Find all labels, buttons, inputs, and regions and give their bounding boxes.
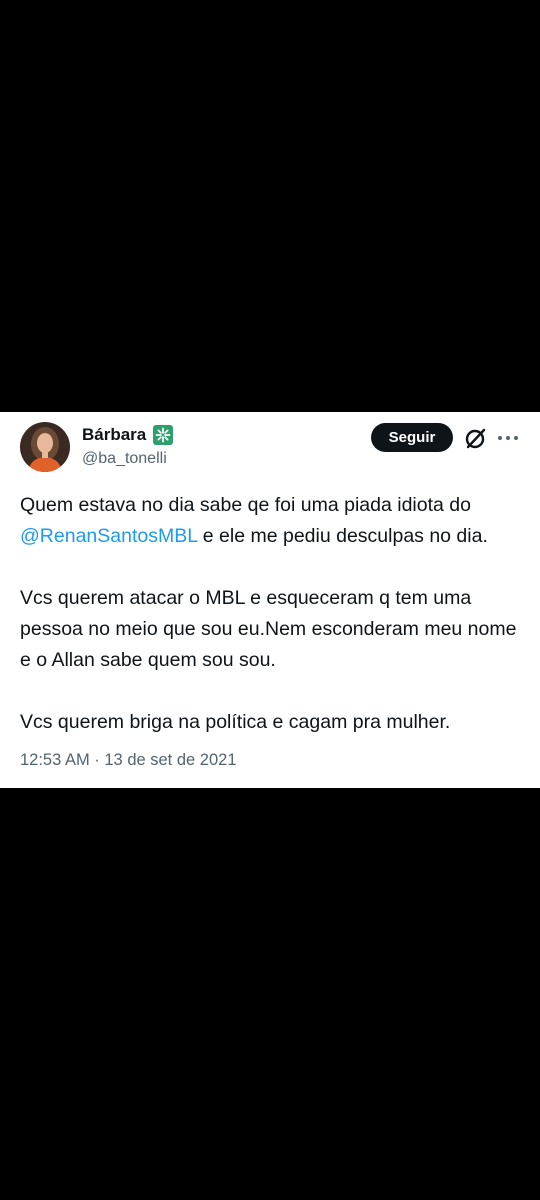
- avatar-image: [20, 422, 70, 472]
- tweet-paragraph-1: Quem estava no dia sabe qe foi uma piada…: [20, 490, 525, 552]
- avatar[interactable]: [20, 422, 70, 472]
- more-icon[interactable]: [495, 425, 521, 451]
- sparkle-badge-icon: [152, 424, 174, 446]
- x-logo-icon[interactable]: [463, 425, 489, 451]
- follow-button[interactable]: Seguir: [371, 423, 453, 452]
- tweet-text-segment: Quem estava no dia sabe qe foi uma piada…: [20, 494, 471, 516]
- author-handle[interactable]: @ba_tonelli: [82, 450, 167, 468]
- screen: Bárbara @ba_tonelli Seguir Quem estava n…: [0, 0, 540, 1200]
- author-name-row: Bárbara: [82, 424, 174, 446]
- tweet-timestamp[interactable]: 12:53 AM · 13 de set de 2021: [20, 751, 237, 770]
- author-display-name[interactable]: Bárbara: [82, 425, 146, 445]
- tweet-text: Quem estava no dia sabe qe foi uma piada…: [20, 490, 525, 738]
- tweet-paragraph-2: Vcs querem atacar o MBL e esqueceram q t…: [20, 587, 517, 671]
- mention-link[interactable]: @RenanSantosMBL: [20, 525, 197, 547]
- tweet-card: Bárbara @ba_tonelli Seguir Quem estava n…: [0, 412, 540, 788]
- tweet-text-segment: e ele me pediu desculpas no dia.: [197, 525, 488, 547]
- tweet-paragraph-3: Vcs querem briga na política e cagam pra…: [20, 711, 451, 733]
